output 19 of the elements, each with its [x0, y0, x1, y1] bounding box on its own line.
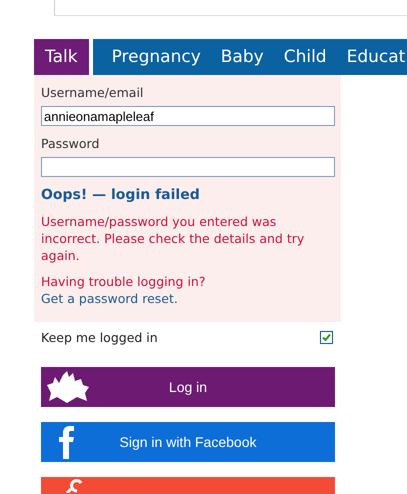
nav-tab[interactable]: Child [274, 39, 337, 75]
nav-tab[interactable]: Talk [34, 39, 89, 75]
login-button[interactable]: Log in [41, 367, 335, 407]
password-reset-link[interactable]: Get a password reset [41, 291, 174, 306]
username-label: Username/email [41, 85, 144, 100]
nav-tab[interactable]: Educat [336, 39, 407, 75]
nav-tab[interactable]: Pregnancy [92, 39, 211, 75]
trouble-text: Having trouble logging in? Get a password reset. [41, 273, 206, 307]
username-field[interactable]: annieonamapleleaf [41, 106, 335, 126]
error-title: Oops! — login failed [41, 187, 201, 203]
crown-icon [45, 371, 89, 403]
google-icon [63, 479, 85, 493]
keep-logged-in-checkbox[interactable] [320, 331, 333, 344]
password-field[interactable] [41, 157, 335, 177]
password-label: Password [41, 136, 100, 151]
keep-logged-in-label: Keep me logged in [41, 330, 158, 345]
error-message: Username/password you entered was incorrect. Please check the details and try again. [41, 213, 306, 264]
nav-tab[interactable]: Baby [210, 39, 274, 75]
facebook-button[interactable]: Sign in with Facebook [41, 422, 335, 462]
